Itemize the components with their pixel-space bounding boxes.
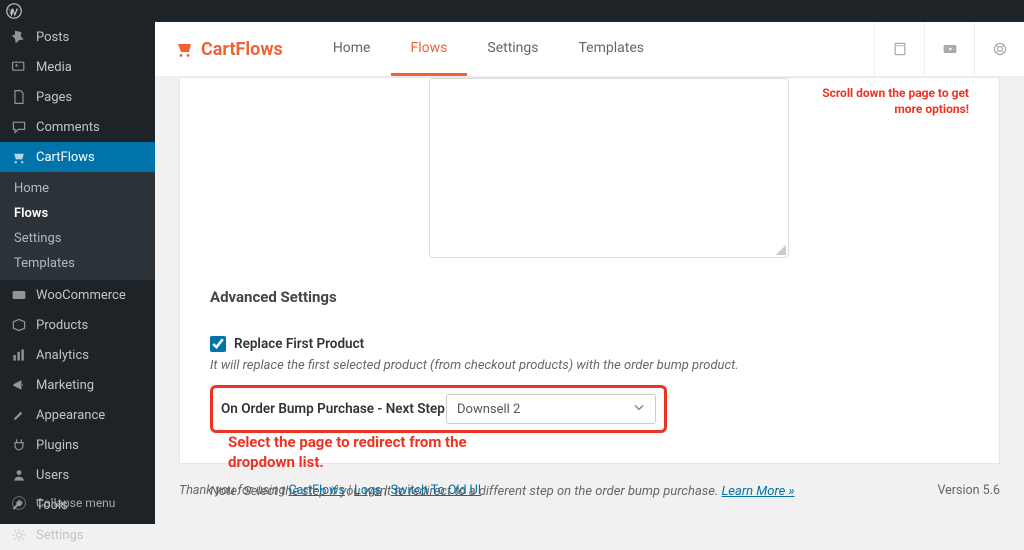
sidebar-item-label: CartFlows [36,150,95,165]
submenu-flows[interactable]: Flows [0,201,155,226]
sidebar-item-label: Users [36,468,69,483]
cartflows-icon [10,148,28,166]
replace-first-product-label: Replace First Product [234,336,364,352]
plug-icon [10,436,28,454]
page-icon [10,88,28,106]
next-step-label: On Order Bump Purchase - Next Step [221,401,446,417]
woocommerce-icon [10,286,28,304]
video-button[interactable] [924,22,974,76]
sidebar-item-label: Pages [36,90,72,105]
cartflows-logo[interactable]: CartFlows [175,22,283,76]
sidebar-item-appearance[interactable]: Appearance [0,400,155,430]
support-button[interactable] [974,22,1024,76]
media-icon [10,58,28,76]
sidebar-item-media[interactable]: Media [0,52,155,82]
cartflows-mark-icon [175,39,195,59]
footer-logs-link[interactable]: Logs [354,483,381,498]
pin-icon [10,28,28,46]
sidebar-item-label: Plugins [36,438,79,453]
sidebar-item-label: Analytics [36,348,89,363]
sidebar-item-label: Posts [36,30,69,45]
sidebar-item-label: Comments [36,120,100,135]
page-footer: Thank you for using CartFlows | Logs | S… [179,483,1000,498]
sidebar-item-label: Appearance [36,408,105,423]
products-icon [10,316,28,334]
submenu-templates[interactable]: Templates [0,251,155,276]
youtube-icon [942,41,958,57]
sidebar-item-comments[interactable]: Comments [0,112,155,142]
sidebar-item-woocommerce[interactable]: WooCommerce [0,280,155,310]
sidebar-item-label: Products [36,318,88,333]
wp-admin-sidebar: Posts Media Pages Comments CartFlows Hom… [0,22,155,524]
footer-thanks: Thank you for using [179,483,289,498]
wp-admin-bar[interactable] [0,0,1024,22]
sidebar-item-label: Settings [36,528,83,543]
tab-templates[interactable]: Templates [559,22,665,76]
scroll-hint: Scroll down the page to get more options… [819,86,969,117]
sidebar-item-products[interactable]: Products [0,310,155,340]
page-body: Scroll down the page to get more options… [155,77,1024,504]
sidebar-item-users[interactable]: Users [0,460,155,490]
next-step-row: On Order Bump Purchase - Next Step Downs… [210,385,667,433]
cartflows-header: CartFlows Home Flows Settings Templates [155,22,1024,77]
cartflows-submenu: Home Flows Settings Templates [0,172,155,280]
replace-first-product-checkbox[interactable] [210,336,226,352]
tab-settings[interactable]: Settings [467,22,558,76]
collapse-menu[interactable]: Collapse menu [0,488,155,518]
collapse-label: Collapse menu [36,496,115,510]
advanced-settings-heading: Advanced Settings [210,288,969,306]
footer-cartflows-link[interactable]: CartFlows [289,483,346,498]
brand-name: CartFlows [201,39,283,60]
settings-panel: Scroll down the page to get more options… [179,77,1000,464]
next-step-value: Downsell 2 [457,402,520,417]
book-icon [892,41,908,57]
analytics-icon [10,346,28,364]
chevron-down-icon [631,399,647,419]
gear-icon [10,526,28,544]
sidebar-item-marketing[interactable]: Marketing [0,370,155,400]
submenu-home[interactable]: Home [0,176,155,201]
sidebar-item-label: Media [36,60,72,75]
footer-version: Version 5.6 [937,483,1000,498]
cartflows-tabs: Home Flows Settings Templates [313,22,664,76]
sidebar-item-pages[interactable]: Pages [0,82,155,112]
sidebar-item-analytics[interactable]: Analytics [0,340,155,370]
user-icon [10,466,28,484]
submenu-settings[interactable]: Settings [0,226,155,251]
replace-description: It will replace the first selected produ… [210,358,969,373]
docs-button[interactable] [874,22,924,76]
sidebar-item-label: WooCommerce [36,288,126,303]
dropdown-callout: Select the page to redirect from the dro… [228,433,528,472]
description-textarea[interactable] [429,78,789,258]
sidebar-item-label: Marketing [36,378,94,393]
sidebar-item-posts[interactable]: Posts [0,22,155,52]
sidebar-item-plugins[interactable]: Plugins [0,430,155,460]
tab-home[interactable]: Home [313,22,391,76]
lifesaver-icon [992,41,1008,57]
tab-flows[interactable]: Flows [391,22,468,76]
sidebar-item-settings[interactable]: Settings [0,520,155,550]
comment-icon [10,118,28,136]
megaphone-icon [10,376,28,394]
collapse-icon [10,494,28,512]
wordpress-icon [6,3,22,19]
footer-switch-link[interactable]: Switch To Old UI [391,483,482,498]
sidebar-item-cartflows[interactable]: CartFlows [0,142,155,172]
footer-left: Thank you for using CartFlows | Logs | S… [179,483,481,498]
brush-icon [10,406,28,424]
next-step-select[interactable]: Downsell 2 [446,394,656,424]
content-area: CartFlows Home Flows Settings Templates … [155,22,1024,524]
header-actions [874,22,1024,76]
